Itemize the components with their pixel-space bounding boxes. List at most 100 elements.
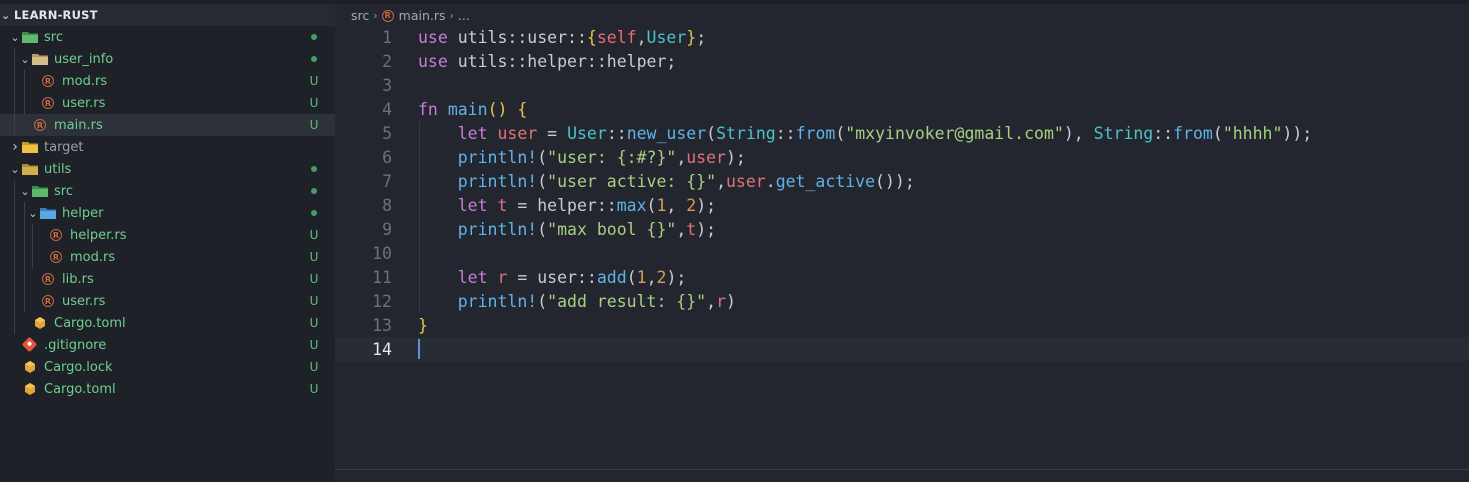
indent-guide <box>419 121 420 313</box>
line-number: 4 <box>382 99 392 119</box>
tree-item-label: user.rs <box>62 293 106 309</box>
tree-file[interactable]: Cargo.toml U <box>0 378 335 400</box>
code-line[interactable]: 10 <box>335 241 1469 265</box>
tree-folder[interactable]: ⌄ helper <box>0 202 335 224</box>
code-token: } <box>686 27 697 47</box>
code-token: "add result: {}" <box>547 291 707 311</box>
tree-item-label: utils <box>44 161 72 177</box>
tree-file[interactable]: Rmain.rs U <box>0 114 335 136</box>
folder-icon <box>32 52 48 66</box>
code-token: use <box>418 27 448 47</box>
code-token: user <box>527 27 568 47</box>
code-text: println!("user active: {}",user.get_acti… <box>418 172 915 191</box>
tree-folder[interactable]: ⌄ utils <box>0 158 335 180</box>
tree-item-label: helper.rs <box>70 227 127 243</box>
code-token: println! <box>457 219 538 239</box>
tree-folder[interactable]: ⌄ src <box>0 26 335 48</box>
code-token: user <box>726 171 766 191</box>
code-token: from <box>1173 123 1213 143</box>
code-token: 1 <box>636 267 647 287</box>
breadcrumb: src › R main.rs › ... <box>351 5 470 25</box>
tree-folder[interactable]: ⌄ src <box>0 180 335 202</box>
tree-folder[interactable]: › target <box>0 136 335 158</box>
tree-file[interactable]: Rmod.rs U <box>0 246 335 268</box>
code-token: t <box>497 195 508 215</box>
code-line[interactable]: 5 let user = User::new_user(String::from… <box>335 121 1469 145</box>
tree-file[interactable]: Ruser.rs U <box>0 290 335 312</box>
code-token: 2 <box>686 195 697 215</box>
chevron-down-icon[interactable]: ⌄ <box>18 185 32 198</box>
code-line[interactable]: 13} <box>335 313 1469 337</box>
tree-file[interactable]: Rlib.rs U <box>0 268 335 290</box>
git-status-badge: U <box>309 272 319 286</box>
code-line[interactable]: 8 let t = helper::max(1, 2); <box>335 193 1469 217</box>
code-line[interactable]: 11 let r = user::add(1,2); <box>335 265 1469 289</box>
breadcrumb-folder[interactable]: src <box>351 8 369 23</box>
code-token: ; <box>696 27 707 47</box>
code-token: ( <box>537 171 548 191</box>
code-line[interactable]: 7 println!("user active: {}",user.get_ac… <box>335 169 1469 193</box>
code-token: ( <box>626 267 637 287</box>
text-cursor <box>418 339 420 359</box>
line-number: 8 <box>382 195 392 215</box>
code-token: utils <box>447 27 508 47</box>
code-text: use utils::user::{self,User}; <box>418 28 706 47</box>
explorer-project-header[interactable]: ⌄ LEARN-RUST <box>0 4 335 26</box>
folder-helper-icon <box>40 206 56 220</box>
tree-file[interactable]: Rhelper.rs U <box>0 224 335 246</box>
tree-item-label: src <box>44 29 63 45</box>
code-token: r <box>716 291 726 311</box>
breadcrumb-file[interactable]: main.rs <box>399 8 446 23</box>
chevron-down-icon[interactable]: ⌄ <box>8 163 22 176</box>
code-line[interactable]: 12 println!("add result: {}",r) <box>335 289 1469 313</box>
code-line[interactable]: 9 println!("max bool {}",t); <box>335 217 1469 241</box>
code-token: :: <box>507 51 528 71</box>
chevron-down-icon[interactable]: ⌄ <box>18 53 32 66</box>
code-editor[interactable]: src › R main.rs › ... 1 use utils::user::… <box>335 0 1469 482</box>
rust-file-icon: R <box>40 272 56 286</box>
line-number: 2 <box>382 51 392 71</box>
folder-utils-icon <box>22 162 38 176</box>
code-token: () <box>487 99 508 119</box>
code-token: self <box>596 27 637 47</box>
code-token: ), <box>1063 123 1094 143</box>
code-token: main <box>447 99 488 119</box>
code-line[interactable]: 2 use utils::helper::helper; <box>335 49 1469 73</box>
chevron-down-icon[interactable]: ⌄ <box>8 31 22 44</box>
tree-file[interactable]: Rmod.rs U <box>0 70 335 92</box>
code-line[interactable]: 3 <box>335 73 1469 97</box>
code-token: new_user <box>626 123 707 143</box>
line-number: 13 <box>372 315 392 335</box>
chevron-right-icon[interactable]: › <box>8 139 22 155</box>
code-line[interactable]: 1 use utils::user::{self,User}; <box>335 25 1469 49</box>
tree-item-label: helper <box>62 205 104 221</box>
code-line[interactable]: 14 <box>335 337 1469 361</box>
code-token: from <box>795 123 836 143</box>
code-line[interactable]: 6 println!("user: {:#?}",user); <box>335 145 1469 169</box>
code-token: :: <box>596 195 617 215</box>
breadcrumb-more[interactable]: ... <box>458 8 470 23</box>
git-status-badge: U <box>309 74 319 88</box>
tree-file[interactable]: Ruser.rs U <box>0 92 335 114</box>
chevron-down-icon[interactable]: ⌄ <box>26 207 40 220</box>
code-line[interactable]: 4 fn main() { <box>335 97 1469 121</box>
tree-file[interactable]: Cargo.lock U <box>0 356 335 378</box>
code-token: ( <box>646 195 657 215</box>
code-token: get_active <box>775 171 876 191</box>
line-number: 11 <box>372 267 392 287</box>
code-text: } <box>418 316 428 335</box>
cargo-icon <box>22 382 38 396</box>
code-token: let <box>457 267 488 287</box>
tree-folder[interactable]: ⌄ user_info <box>0 48 335 70</box>
code-token: t <box>686 219 697 239</box>
tree-file[interactable]: .gitignore U <box>0 334 335 356</box>
code-token: ()); <box>875 171 915 191</box>
explorer-sidebar: ⌄ LEARN-RUST ⌄ src ⌄ user_info Rmod.rs U Ruser… <box>0 0 335 482</box>
rust-file-icon: R <box>40 96 56 110</box>
code-token: user <box>686 147 726 167</box>
chevron-right-icon: › <box>373 8 378 22</box>
tree-file[interactable]: Cargo.toml U <box>0 312 335 334</box>
